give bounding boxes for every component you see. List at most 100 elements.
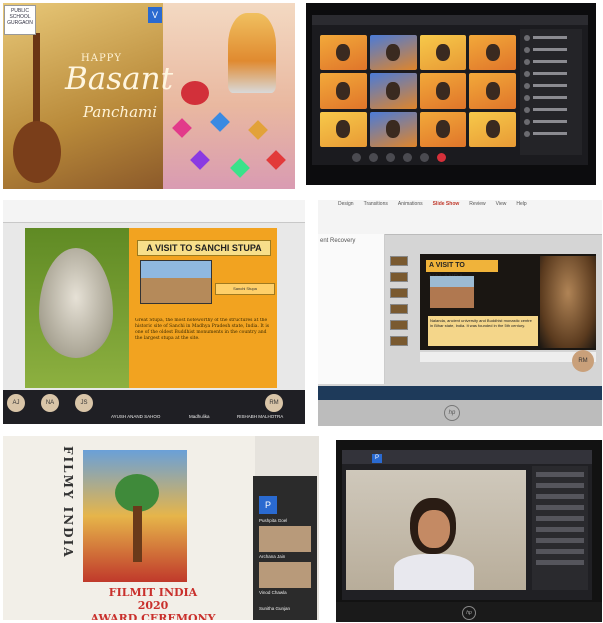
laptop-bezel [318,400,602,426]
participant-tile [369,111,417,147]
video-meeting-photo [306,3,596,185]
sanchi-slide: A VISIT TO SANCHI STUPA Sanchi Stupa Gre… [25,228,277,388]
speaker-avatar: RM [572,350,594,372]
recovery-label: ent Recovery [320,238,356,244]
laptop-video-call-photo: P hp [336,440,602,622]
buddha-leaf-image [39,248,113,358]
v-tile: V [148,7,162,23]
participant-p-tile: P [372,454,382,463]
award-line-2: 2020 [137,599,169,612]
mic-icon[interactable] [352,153,361,162]
speaker-shirt [394,554,474,590]
award-line-3: AWARD CEREMONY [90,612,216,620]
participant-name: Sunitha Gunjan [259,606,291,611]
leave-call-icon[interactable] [437,153,446,162]
share-icon[interactable] [386,153,395,162]
tab-animations[interactable]: Animations [398,201,423,209]
nalanda-photo: Design Transitions Animations Slide Show… [318,200,602,426]
tree-trunk [133,506,142,562]
slide-thumbnail[interactable] [390,288,408,298]
participant-tile [469,73,516,109]
veena-neck [33,33,40,128]
windows-taskbar [318,386,602,400]
meeting-controls [352,153,492,163]
tab-transitions[interactable]: Transitions [364,201,388,209]
participant-tile [419,111,467,147]
participant-tile [369,35,417,71]
slide-title: A VISIT TO NALANDA [426,260,498,281]
green-panel [25,228,129,388]
slide-thumbnail[interactable] [390,272,408,282]
basant-text: Basant [65,61,174,97]
award-line-1: FILMIT INDIA [108,586,198,599]
saraswati-figure [228,13,276,93]
ribbon-tabs: Design Transitions Animations Slide Show… [338,201,578,209]
participant-tile [320,73,367,109]
sanchi-stupa-photo: A VISIT TO SANCHI STUPA Sanchi Stupa Gre… [3,200,305,424]
participant-tile [320,35,367,71]
recovery-pane [318,234,385,384]
filmy-india-text: FILMY INDIA [61,446,75,559]
slide-title: A VISIT TO SANCHI STUPA [137,240,271,256]
meeting-top-bar: P [342,450,592,464]
image-caption: Sanchi Stupa [215,283,275,295]
participants-panel[interactable] [520,29,582,155]
window-title-bar [312,15,588,25]
school-logo: PUBLIC SCHOOL GURGAON [4,5,36,35]
participant-p-tile: P [259,496,277,514]
tab-review[interactable]: Review [469,201,485,209]
basant-panchami-photo: PUBLIC SCHOOL GURGAON V HAPPY Basant Pan… [3,3,295,189]
filmit-india-photo: FILMY INDIA FILMIT INDIA 2020 AWARD CERE… [3,436,319,620]
camera-icon[interactable] [369,153,378,162]
veena-icon [13,121,61,183]
participant-avatar: AJ [7,394,25,412]
red-flower-icon [181,81,209,105]
stupa-image [140,260,212,304]
nalanda-ruins-image [430,276,474,308]
nalanda-slide: A VISIT TO NALANDA Nalanda, ancient univ… [420,254,596,350]
slide-body-text: Nalanda, ancient university and Buddhist… [428,316,538,346]
laptop-screen: P [342,450,592,600]
buddha-face-image [540,256,596,348]
participant-avatar: JS [75,394,93,412]
ppt-ribbon: Design Transitions Animations Slide Show… [318,200,602,235]
slide-thumbnail[interactable] [390,320,408,330]
participant-tile [469,111,516,147]
hp-logo: hp [444,405,460,421]
participant-tile [419,35,467,71]
slide-body-text: Great Stupa, the most noteworthy of the … [135,318,270,341]
participant-name: Vinod Chawla [259,590,287,595]
slide-thumbnails [390,256,410,364]
participant-video [259,526,311,552]
tab-help[interactable]: Help [516,201,526,209]
hp-logo: hp [462,606,476,620]
participant-avatar: NA [41,394,59,412]
participant-tile [419,73,467,109]
participant-avatar: RM [265,394,283,412]
laptop-screen [312,15,588,165]
slide-thumbnail[interactable] [390,304,408,314]
participant-name: Pushpita Goel [259,518,288,523]
participant-name: Archana Jain [259,554,286,559]
participant-video [259,562,311,588]
speaker-face [418,510,450,548]
tab-design[interactable]: Design [338,201,354,209]
participant-grid [320,35,516,147]
participant-name: Madhulika [189,414,210,419]
chat-sidebar[interactable] [532,466,588,590]
participant-tile [369,73,417,109]
award-title: FILMIT INDIA 2020 AWARD CEREMONY [63,586,243,620]
main-video [346,470,526,590]
slide-thumbnail[interactable] [390,336,408,346]
chat-icon[interactable] [403,153,412,162]
tab-slide-show[interactable]: Slide Show [433,201,460,209]
participant-tile [469,35,516,71]
participant-name: AYUSH ANAND SAHOO [111,414,161,419]
tab-view[interactable]: View [496,201,507,209]
participant-tile [320,111,367,147]
participant-name: RISHABH MALHOTRA [237,414,284,419]
slide-thumbnail[interactable] [390,256,408,266]
more-icon[interactable] [420,153,429,162]
panchami-text: Panchami [83,103,158,121]
notes-pane[interactable] [420,352,596,362]
